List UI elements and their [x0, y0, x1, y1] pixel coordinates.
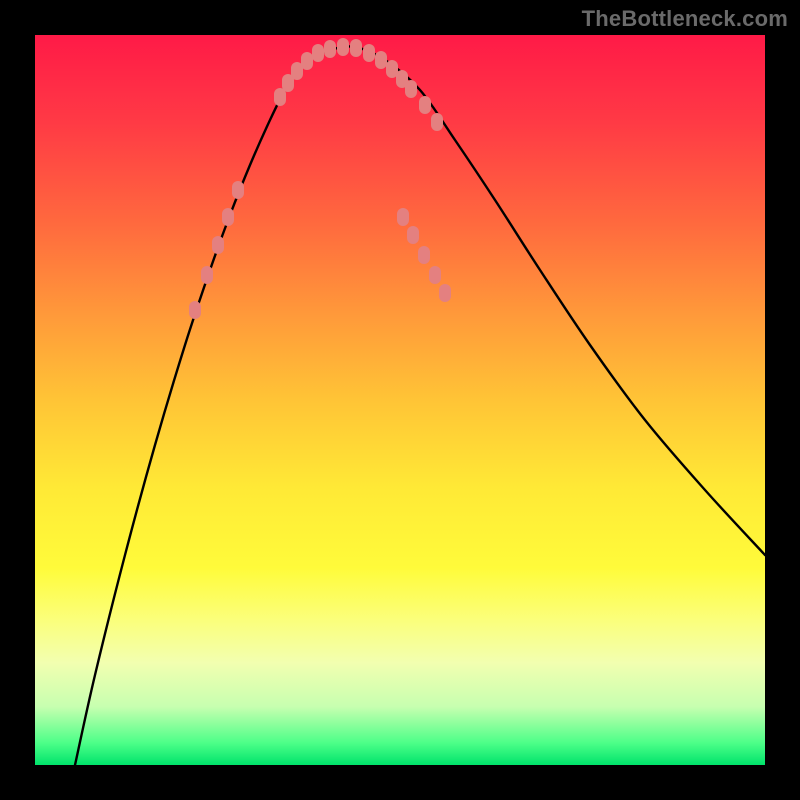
highlight-dot	[418, 246, 430, 264]
highlight-dot	[397, 208, 409, 226]
highlight-dot	[232, 181, 244, 199]
plot-area	[35, 35, 765, 765]
highlight-dot	[301, 52, 313, 70]
highlight-dot	[201, 266, 213, 284]
chart-frame: TheBottleneck.com	[0, 0, 800, 800]
curve-layer	[35, 35, 765, 765]
highlight-dot	[431, 113, 443, 131]
highlight-dot	[350, 39, 362, 57]
highlight-dot	[375, 51, 387, 69]
highlight-dot	[363, 44, 375, 62]
bottleneck-curve	[75, 46, 765, 765]
highlight-dot	[189, 301, 201, 319]
highlight-dot	[419, 96, 431, 114]
highlight-dot	[312, 44, 324, 62]
highlight-dot	[337, 38, 349, 56]
highlight-dots	[189, 38, 451, 319]
watermark-text: TheBottleneck.com	[582, 6, 788, 32]
highlight-dot	[274, 88, 286, 106]
highlight-dot	[407, 226, 419, 244]
highlight-dot	[212, 236, 224, 254]
highlight-dot	[222, 208, 234, 226]
highlight-dot	[429, 266, 441, 284]
highlight-dot	[324, 40, 336, 58]
highlight-dot	[405, 80, 417, 98]
highlight-dot	[439, 284, 451, 302]
